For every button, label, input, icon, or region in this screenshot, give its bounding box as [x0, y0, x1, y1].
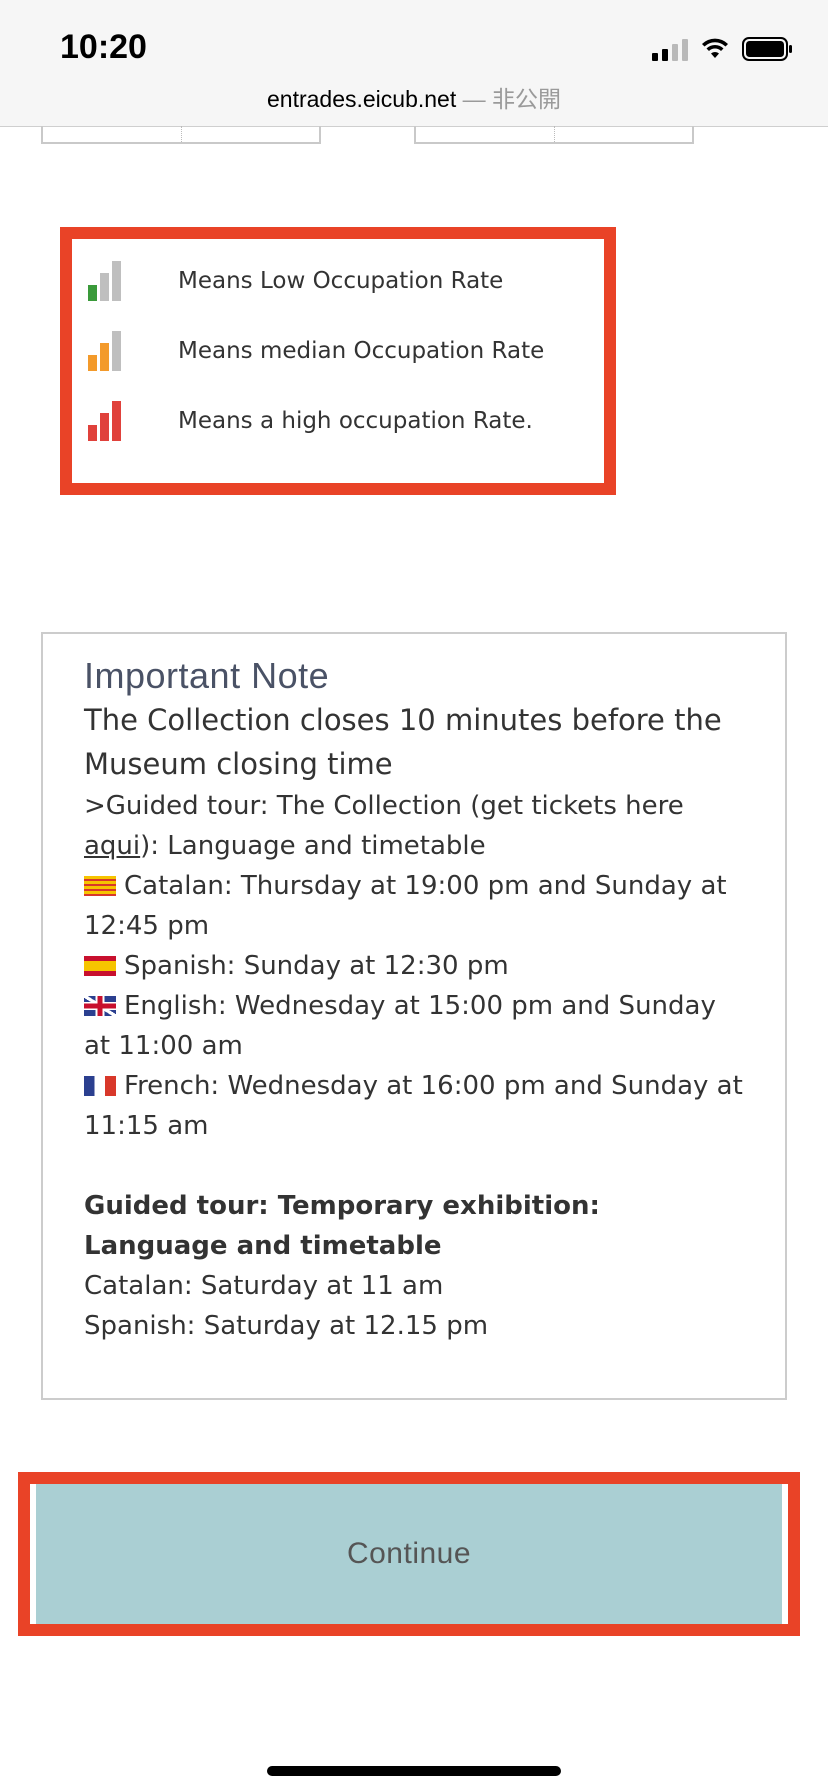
- battery-icon: [742, 37, 792, 61]
- legend-row-high: Means a high occupation Rate.: [88, 401, 533, 441]
- temporary-exhibition-heading: Guided tour: Temporary exhibition: Langu…: [84, 1191, 600, 1261]
- france-flag-icon: [84, 1076, 116, 1096]
- note-subtitle: The Collection closes 10 minutes before …: [84, 703, 722, 781]
- legend-label: Means Low Occupation Rate: [178, 268, 504, 294]
- temporary-line: Spanish: Saturday at 12.15 pm: [84, 1311, 489, 1341]
- occupation-bars-icon: [88, 261, 158, 301]
- cellular-signal-icon: [652, 37, 688, 61]
- legend-row-median: Means median Occupation Rate: [88, 331, 544, 371]
- url-suffix: — 非公開: [462, 86, 562, 112]
- address-bar[interactable]: entrades.eicub.net — 非公開: [0, 80, 828, 114]
- occupation-legend: Means Low Occupation Rate Means median O…: [60, 227, 616, 495]
- legend-row-low: Means Low Occupation Rate: [88, 261, 503, 301]
- continue-highlight: Continue: [18, 1472, 800, 1636]
- spain-flag-icon: [84, 956, 116, 976]
- language-line: Catalan: Thursday at 19:00 pm and Sunday…: [84, 871, 727, 941]
- catalan-flag-icon: [84, 876, 116, 896]
- legend-label: Means a high occupation Rate.: [178, 408, 533, 434]
- note-title: Important Note: [84, 655, 330, 696]
- wifi-icon: [702, 38, 728, 58]
- guided-tour-intro: >Guided tour: The Collection (get ticket…: [84, 791, 684, 861]
- calendar-fragment-left: [41, 126, 321, 144]
- important-note-box: Important Note The Collection closes 10 …: [41, 632, 787, 1400]
- calendar-fragment-right: [414, 126, 694, 144]
- occupation-bars-icon: [88, 331, 158, 371]
- legend-label: Means median Occupation Rate: [178, 338, 545, 364]
- tickets-link[interactable]: aqui: [84, 831, 140, 861]
- language-line: French: Wednesday at 16:00 pm and Sunday…: [84, 1071, 743, 1141]
- status-time: 10:20: [60, 28, 147, 66]
- language-line: Spanish: Sunday at 12:30 pm: [84, 946, 744, 986]
- browser-top-bar: 10:20 entrades.eicub.net — 非公開: [0, 0, 828, 127]
- occupation-bars-icon: [88, 401, 158, 441]
- uk-flag-icon: [84, 996, 116, 1016]
- continue-button[interactable]: Continue: [36, 1484, 782, 1624]
- status-icons: [652, 36, 794, 62]
- language-line: English: Wednesday at 15:00 pm and Sunda…: [84, 991, 716, 1061]
- temporary-line: Catalan: Saturday at 11 am: [84, 1271, 444, 1301]
- url-domain: entrades.eicub.net: [266, 86, 457, 112]
- home-indicator[interactable]: [267, 1766, 561, 1776]
